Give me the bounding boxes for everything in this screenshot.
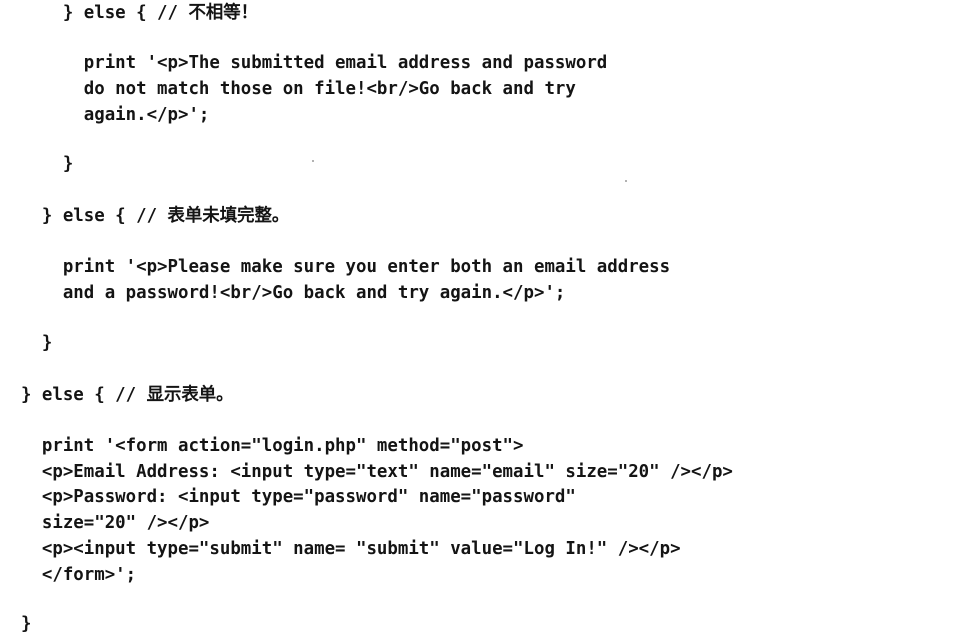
code-line: </form>';	[0, 565, 137, 585]
code-line: print '<p>The submitted email address an…	[0, 53, 608, 73]
code-line: }	[0, 614, 32, 634]
code-line: <p>Email Address: <input type="text" nam…	[0, 462, 733, 482]
code-line: }	[0, 333, 53, 353]
scan-speck	[625, 180, 627, 182]
code-line: <p>Password: <input type="password" name…	[0, 487, 576, 507]
code-listing: } else { // 不相等！ print '<p>The submitted…	[0, 0, 977, 636]
code-line: print '<form action="login.php" method="…	[0, 436, 524, 456]
code-line: <p><input type="submit" name= "submit" v…	[0, 539, 681, 559]
code-line: and a password!<br/>Go back and try agai…	[0, 283, 566, 303]
code-line: do not match those on file!<br/>Go back …	[0, 79, 576, 99]
code-line: }	[0, 154, 74, 174]
code-line: } else { // 显示表单。	[0, 385, 234, 405]
code-line: size="20" /></p>	[0, 513, 210, 533]
code-line: } else { // 表单未填完整。	[0, 206, 290, 226]
code-line: print '<p>Please make sure you enter bot…	[0, 257, 671, 277]
code-line: } else { // 不相等！	[0, 3, 259, 23]
scan-speck	[312, 160, 314, 162]
code-line: again.</p>';	[0, 105, 210, 125]
